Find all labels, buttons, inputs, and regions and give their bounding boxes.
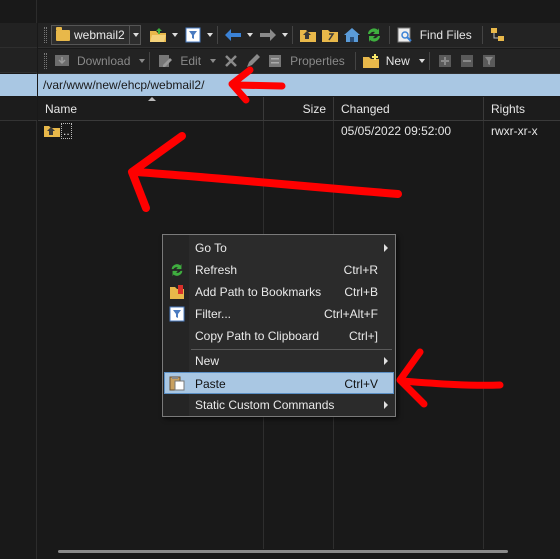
menu-item-shortcut: Ctrl+V	[344, 377, 378, 391]
menu-item-filter[interactable]: Filter... Ctrl+Alt+F	[164, 303, 394, 325]
submenu-arrow-icon	[384, 357, 388, 365]
edit-icon[interactable]	[156, 52, 174, 70]
left-pane	[0, 0, 37, 559]
file-changed: 05/05/2022 09:52:00	[341, 124, 452, 138]
download-button[interactable]: Download	[77, 54, 130, 68]
column-size[interactable]: Size	[264, 97, 334, 121]
root-directory-icon[interactable]	[321, 26, 339, 44]
properties-button[interactable]: Properties	[290, 54, 345, 68]
find-files-button[interactable]: Find Files	[420, 28, 472, 42]
menu-item-refresh[interactable]: Refresh Ctrl+R	[164, 259, 394, 281]
parent-directory-icon[interactable]	[299, 26, 317, 44]
left-column-header	[0, 97, 37, 121]
chevron-down-icon[interactable]	[206, 33, 213, 37]
tree-view-icon[interactable]	[489, 26, 507, 44]
unselect-all-icon[interactable]	[458, 52, 476, 70]
find-files-icon[interactable]	[396, 26, 414, 44]
menu-item-shortcut: Ctrl+B	[344, 285, 378, 299]
toolbar-separator	[428, 52, 430, 70]
chevron-down-icon[interactable]	[418, 59, 425, 63]
refresh-icon[interactable]	[365, 26, 383, 44]
download-icon[interactable]	[53, 52, 71, 70]
delete-icon[interactable]	[222, 52, 240, 70]
folder-icon	[56, 26, 70, 41]
parent-folder-icon	[44, 124, 60, 137]
menu-item-label: Refresh	[195, 263, 238, 277]
edit-button[interactable]: Edit	[180, 54, 201, 68]
toolbar-grip[interactable]	[44, 27, 47, 43]
path-bar[interactable]: /var/www/new/ehcp/webmail2/	[38, 74, 560, 96]
filter-icon[interactable]	[184, 26, 202, 44]
rename-icon[interactable]	[244, 52, 262, 70]
open-directory-icon[interactable]	[149, 26, 167, 44]
column-divider	[483, 121, 484, 549]
context-menu: Go To Refresh Ctrl+R Add Path to Bookmar…	[162, 234, 396, 417]
toolbar-separator	[149, 52, 151, 70]
select-all-icon[interactable]	[436, 52, 454, 70]
toolbar-separator	[388, 26, 390, 44]
new-button[interactable]: New	[386, 54, 410, 68]
column-header: Name Size Changed Rights	[38, 97, 560, 121]
forward-arrow-icon[interactable]	[259, 26, 277, 44]
chevron-down-icon[interactable]	[171, 33, 178, 37]
left-toolbar	[0, 23, 37, 48]
file-toolbar: Download Edit Properties New	[38, 49, 560, 74]
menu-item-add-bookmark[interactable]: Add Path to Bookmarks Ctrl+B	[164, 281, 394, 303]
chevron-down-icon[interactable]	[139, 59, 146, 63]
toolbar-separator	[481, 26, 483, 44]
left-path-bar[interactable]	[0, 74, 37, 96]
toolbar-separator	[354, 52, 356, 70]
navigation-toolbar: webmail2 Find Files	[38, 23, 560, 48]
menu-item-label: Paste	[195, 377, 226, 391]
back-arrow-icon[interactable]	[224, 26, 242, 44]
submenu-arrow-icon	[384, 401, 388, 409]
column-changed[interactable]: Changed	[334, 97, 484, 121]
menu-item-shortcut: Ctrl+R	[343, 263, 378, 277]
left-toolbar-2	[0, 48, 37, 73]
file-name: ..	[61, 123, 72, 139]
toolbar-separator	[216, 26, 218, 44]
menu-item-label: Static Custom Commands	[195, 398, 335, 412]
menu-item-new[interactable]: New	[164, 350, 394, 372]
menu-item-label: Add Path to Bookmarks	[195, 285, 322, 299]
column-rights[interactable]: Rights	[484, 97, 560, 121]
properties-icon[interactable]	[266, 52, 284, 70]
location-combo-label: webmail2	[74, 28, 125, 42]
menu-item-static-custom-commands[interactable]: Static Custom Commands	[164, 394, 394, 416]
location-combo[interactable]: webmail2	[51, 25, 130, 45]
paste-icon	[169, 375, 185, 391]
bookmark-icon	[169, 284, 185, 300]
menu-item-label: Filter...	[195, 307, 232, 321]
submenu-arrow-icon	[384, 244, 388, 252]
menu-item-go-to[interactable]: Go To	[164, 237, 394, 259]
horizontal-scrollbar[interactable]	[58, 550, 508, 553]
new-folder-icon[interactable]	[362, 52, 380, 70]
file-rights: rwxr-xr-x	[491, 124, 538, 138]
menu-item-label: New	[195, 354, 220, 368]
menu-item-shortcut: Ctrl+Alt+F	[323, 307, 378, 321]
filter-icon	[169, 306, 185, 322]
menu-item-label: Copy Path to Clipboard	[195, 329, 320, 343]
chevron-down-icon	[133, 33, 140, 37]
home-icon[interactable]	[343, 26, 361, 44]
refresh-icon	[169, 262, 185, 278]
toolbar-grip[interactable]	[44, 53, 47, 69]
menu-item-label: Go To	[195, 241, 227, 255]
toolbar-separator	[291, 26, 293, 44]
menu-item-shortcut: Ctrl+]	[348, 329, 378, 343]
location-dropdown-button[interactable]	[129, 25, 141, 45]
chevron-down-icon[interactable]	[281, 33, 288, 37]
menu-item-paste[interactable]: Paste Ctrl+V	[164, 372, 394, 394]
sort-ascending-icon	[148, 97, 156, 101]
menu-item-copy-path[interactable]: Copy Path to Clipboard Ctrl+]	[164, 325, 394, 347]
file-size	[264, 121, 326, 141]
file-row[interactable]: .. 05/05/2022 09:52:00 rwxr-xr-x	[38, 121, 560, 141]
filter-files-icon[interactable]	[480, 52, 498, 70]
chevron-down-icon[interactable]	[210, 59, 217, 63]
chevron-down-icon[interactable]	[246, 33, 253, 37]
